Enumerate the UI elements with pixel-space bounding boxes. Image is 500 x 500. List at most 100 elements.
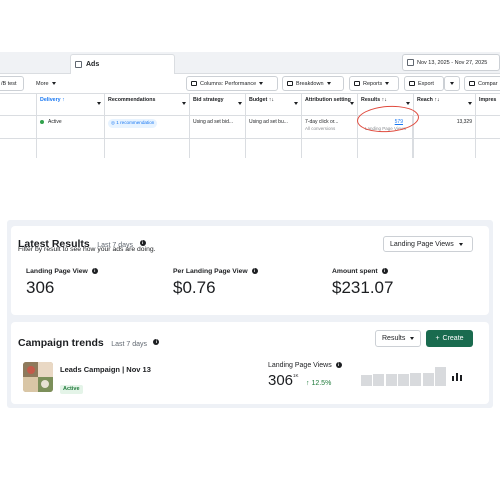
campaign-trends-period: Last 7 days [111, 341, 148, 348]
create-label: Create [442, 335, 464, 342]
column-delivery[interactable]: Delivery ↑ [36, 94, 104, 116]
create-button[interactable]: + Create [426, 330, 473, 347]
info-icon[interactable]: i [381, 268, 388, 275]
tab-bar: Ads Nov 13, 2025 - Nov 27, 2025 [0, 52, 500, 74]
recommendation-label: 1 recommendation [116, 120, 155, 125]
export-label: Export [418, 80, 434, 87]
chevron-down-icon [450, 82, 454, 85]
sparkline-bar [385, 373, 397, 386]
result-filter-select[interactable]: Landing Page Views [383, 236, 473, 252]
compare-label: Compar [478, 80, 498, 87]
cell-bid-strategy: Using ad set bid... [189, 116, 245, 158]
chevron-down-icon [238, 102, 242, 105]
info-icon[interactable]: i [251, 268, 258, 275]
cell-reach: 13,329 [413, 116, 475, 158]
info-icon[interactable]: i [139, 239, 146, 246]
info-icon[interactable]: i [91, 268, 98, 275]
column-reach-label: Reach ↑↓ [417, 97, 440, 103]
column-bid-strategy[interactable]: Bid strategy [189, 94, 245, 116]
campaign-name[interactable]: Leads Campaign | Nov 13 [60, 365, 151, 374]
info-icon[interactable]: i [335, 362, 342, 369]
sparkline-bar [373, 374, 385, 386]
result-filter-value: Landing Page Views [390, 240, 454, 248]
breakdown-label: Breakdown [296, 80, 324, 87]
reports-label: Reports [363, 80, 383, 87]
trend-metric-value-row: 3061K ↑ 12.5% [268, 372, 331, 390]
ads-manager-screenshot: Ads Nov 13, 2025 - Nov 27, 2025 /B test … [0, 52, 500, 167]
latest-results-subtitle: Filter by result to see how your ads are… [18, 246, 156, 253]
chevron-down-icon [97, 102, 101, 105]
status-dot-icon [40, 119, 44, 124]
table-toolbar: /B test More Columns: Performance Breakd… [0, 74, 500, 94]
reports-button[interactable]: Reports [349, 76, 399, 91]
chevron-down-icon [51, 82, 56, 85]
breakdown-button[interactable]: Breakdown [282, 76, 344, 91]
results-select-value: Results [382, 335, 406, 342]
cell-budget: Using ad set bu... [245, 116, 301, 158]
campaign-trends-card: Campaign trends Last 7 days i Results + … [11, 322, 489, 404]
more-button[interactable]: More [32, 76, 60, 91]
trend-metric-sup: 1K [293, 373, 299, 378]
results-select[interactable]: Results [375, 330, 421, 347]
breakdown-icon [287, 81, 293, 86]
chevron-down-icon [182, 102, 186, 105]
metric-label: Amount spent [332, 268, 378, 275]
recommendation-pill[interactable]: ◎ 1 recommendation [108, 119, 158, 128]
campaign-trends-title: Campaign trends [18, 337, 104, 349]
chevron-down-icon [259, 82, 264, 85]
trend-metric-label-row: Landing Page Views i [268, 362, 342, 369]
trend-sparkline [361, 366, 446, 386]
sparkline-bar [422, 372, 434, 386]
ads-icon [75, 61, 82, 68]
sparkline-bar [435, 367, 446, 386]
row-checkbox-cell [0, 116, 36, 158]
column-recommendations[interactable]: Recommendations [104, 94, 189, 116]
metric-value: 306 [26, 278, 55, 297]
chevron-down-icon [458, 242, 463, 246]
chevron-down-icon [294, 102, 298, 105]
ab-test-label: /B test [1, 80, 17, 87]
column-results-label: Results ↑↓ [361, 97, 387, 103]
column-reach[interactable]: Reach ↑↓ [413, 94, 475, 116]
chevron-down-icon [385, 82, 390, 85]
info-icon[interactable]: i [153, 338, 160, 345]
reach-value: 13,329 [456, 119, 472, 125]
metric-value: $231.07 [332, 278, 394, 297]
columns-button[interactable]: Columns: Performance [186, 76, 278, 91]
campaign-thumbnail[interactable] [23, 362, 53, 392]
date-range-picker[interactable]: Nov 13, 2025 - Nov 27, 2025 [402, 54, 500, 71]
sparkline-bar [410, 373, 422, 386]
column-bid-strategy-label: Bid strategy [193, 97, 224, 103]
campaign-status-badge: Active [60, 384, 83, 394]
compare-icon [469, 81, 475, 86]
metric-amount-spent: Amount spent i $231.07 [332, 268, 393, 298]
tab-ads[interactable]: Ads [70, 54, 175, 74]
reports-icon [354, 81, 360, 86]
column-recommendations-label: Recommendations [108, 97, 156, 103]
metric-per-landing-page-view: Per Landing Page View i $0.76 [173, 268, 258, 298]
ab-test-button[interactable]: /B test [0, 76, 24, 91]
chevron-down-icon [410, 337, 415, 340]
calendar-icon [407, 59, 414, 66]
chevron-down-icon [468, 102, 472, 105]
campaign-trends-title-row: Campaign trends Last 7 days i [18, 333, 160, 351]
column-budget[interactable]: Budget ↑↓ [245, 94, 301, 116]
column-delivery-label: Delivery ↑ [40, 97, 65, 103]
column-impressions-label: Impres [479, 97, 497, 103]
sparkline-bar [361, 375, 372, 386]
more-label: More [36, 80, 49, 87]
row-divider [0, 138, 500, 139]
chevron-down-icon [350, 102, 354, 105]
columns-icon [191, 81, 197, 86]
compare-button[interactable]: Compar [464, 76, 500, 91]
export-button[interactable]: Export [404, 76, 444, 91]
column-attribution[interactable]: Attribution setting [301, 94, 357, 116]
table-header: Delivery ↑ Recommendations Bid strategy … [0, 94, 500, 116]
column-impressions[interactable]: Impres [475, 94, 500, 116]
bar-chart-icon[interactable] [452, 372, 462, 381]
export-dropdown-button[interactable] [444, 76, 460, 91]
plus-icon: + [435, 335, 440, 342]
campaign-image-icon [23, 362, 53, 392]
column-attribution-label: Attribution setting [305, 97, 351, 103]
column-budget-label: Budget ↑↓ [249, 97, 275, 103]
